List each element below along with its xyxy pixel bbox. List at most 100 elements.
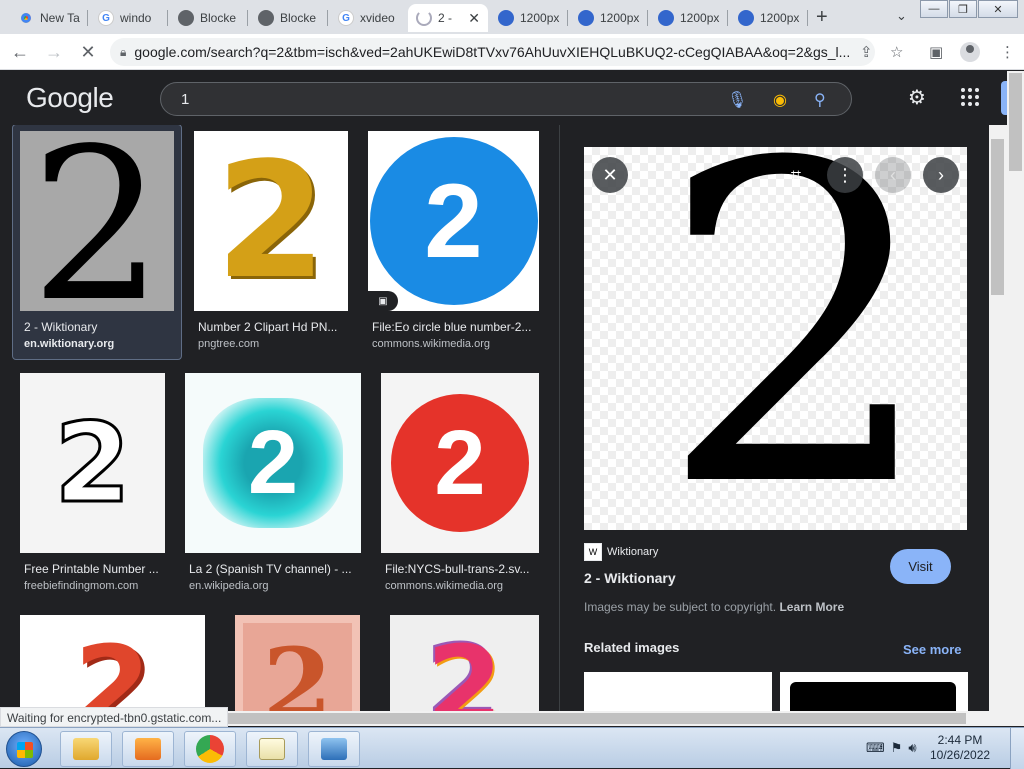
stop-loading-button[interactable]: ✕ (76, 40, 100, 64)
window-controls: — ❐ ✕ (919, 0, 1018, 18)
result-thumbnail[interactable]: 2 (20, 615, 205, 711)
taskbar-explorer[interactable] (60, 731, 112, 767)
result-thumbnail[interactable]: 2 (390, 615, 539, 711)
tab-blocked-2[interactable]: Blocke (250, 4, 328, 32)
image-result-card[interactable]: 2 Number 2 Clipart Hd PN... pngtree.com (194, 131, 348, 361)
scrollbar-thumb[interactable] (1009, 73, 1022, 171)
taskbar-notepad[interactable] (246, 731, 298, 767)
learn-more-link[interactable]: Learn More (779, 600, 844, 614)
tab-1200px-2[interactable]: 1200px (570, 4, 648, 32)
next-arrow-icon[interactable]: › (923, 157, 959, 193)
image-result-card[interactable]: 2 Free Printable Number ... freebiefindi… (20, 373, 165, 603)
image-result-card[interactable]: 2 ▣ File:Eo circle blue number-2... comm… (368, 131, 539, 361)
preview-title[interactable]: 2 - Wiktionary (584, 570, 676, 586)
system-tray-icons[interactable]: ⌨⚑🔊︎ (866, 740, 923, 756)
result-source[interactable]: pngtree.com (198, 338, 259, 350)
tab-windows[interactable]: G windo (90, 4, 168, 32)
preview-scrollbar[interactable] (989, 125, 1007, 711)
forward-button[interactable]: → (42, 40, 66, 64)
search-icon[interactable]: ⚲ (814, 90, 826, 110)
result-source[interactable]: commons.wikimedia.org (372, 338, 490, 350)
result-title[interactable]: File:Eo circle blue number-2... (372, 320, 537, 334)
apps-grid-icon[interactable] (961, 88, 979, 106)
search-box[interactable]: 🎙︎ ◉ ⚲ (160, 82, 852, 116)
result-thumbnail[interactable]: 2 (185, 373, 361, 553)
taskbar-control-panel[interactable] (308, 731, 360, 767)
image-result-card[interactable]: 2 (390, 615, 539, 711)
start-button[interactable] (6, 731, 42, 767)
camera-lens-icon[interactable]: ◉ (773, 90, 787, 110)
image-result-card[interactable]: 2 (235, 615, 360, 711)
related-image-thumbnail[interactable] (584, 672, 772, 711)
google-logo[interactable]: Google (26, 82, 114, 114)
tab-close-icon[interactable]: ✕ (468, 10, 480, 27)
preview-image[interactable]: 2 (584, 147, 967, 530)
tab-active-2[interactable]: 2 - ✕ (408, 4, 488, 32)
close-preview-button[interactable]: ✕ (592, 157, 628, 193)
lens-search-icon[interactable]: ⌗ (778, 157, 814, 193)
microphone-icon[interactable]: 🎙︎ (727, 90, 747, 110)
tab-blocked-1[interactable]: Blocke (170, 4, 248, 32)
image-badge-icon: ▣ (368, 291, 398, 311)
result-title[interactable]: Number 2 Clipart Hd PN... (198, 320, 348, 334)
settings-gear-icon[interactable]: ⚙ (908, 85, 926, 110)
image-result-card[interactable]: 2 (20, 615, 205, 711)
new-tab-button[interactable]: + (816, 6, 828, 29)
tab-xvideos[interactable]: G xvideo (330, 4, 408, 32)
maximize-button[interactable]: ❐ (949, 0, 977, 18)
preview-site[interactable]: W Wiktionary (584, 543, 658, 561)
share-icon[interactable]: ⇪ (860, 43, 873, 61)
back-button[interactable]: ← (8, 40, 32, 64)
result-title[interactable]: File:NYCS-bull-trans-2.sv... (385, 562, 537, 576)
taskbar-chrome[interactable] (184, 731, 236, 767)
image-result-card[interactable]: 2 File:NYCS-bull-trans-2.sv... commons.w… (381, 373, 539, 603)
result-source[interactable]: freebiefindingmom.com (24, 580, 138, 592)
related-image-thumbnail[interactable] (780, 672, 968, 711)
address-bar[interactable]: 🔒︎ google.com/search?q=2&tbm=isch&ved=2a… (110, 38, 875, 66)
tab-search-chevron-icon[interactable]: ⌄ (896, 8, 907, 24)
minimize-button[interactable]: — (920, 0, 948, 18)
show-desktop-button[interactable] (1010, 728, 1024, 769)
more-options-icon[interactable]: ⋮ (827, 157, 863, 193)
result-source[interactable]: en.wiktionary.org (24, 338, 114, 350)
result-source[interactable]: en.wikipedia.org (189, 580, 269, 592)
side-panel-icon[interactable]: ▣ (929, 43, 943, 61)
bookmark-star-icon[interactable]: ☆ (890, 43, 903, 61)
profile-avatar-icon[interactable] (960, 42, 980, 62)
image-result-card[interactable]: 2 La 2 (Spanish TV channel) - ... en.wik… (185, 373, 361, 603)
result-title[interactable]: Free Printable Number ... (24, 562, 166, 576)
related-images-heading: Related images (584, 640, 680, 655)
page-vertical-scrollbar[interactable] (1007, 71, 1024, 726)
tab-label: 1200px (520, 11, 560, 25)
tab-1200px-1[interactable]: 1200px (490, 4, 568, 32)
url-text[interactable]: google.com/search?q=2&tbm=isch&ved=2ahUK… (134, 44, 854, 60)
result-thumbnail[interactable]: 2 (235, 615, 360, 711)
see-more-link[interactable]: See more (903, 642, 962, 657)
image-result-card[interactable]: 2 2 - Wiktionary en.wiktionary.org (12, 125, 182, 360)
result-title[interactable]: La 2 (Spanish TV channel) - ... (189, 562, 359, 576)
search-input[interactable] (181, 89, 681, 109)
tab-label: Blocke (200, 11, 237, 25)
result-thumbnail[interactable]: 2 (381, 373, 539, 553)
tab-1200px-3[interactable]: 1200px (650, 4, 728, 32)
control-panel-icon (321, 738, 347, 760)
tab-1200px-4[interactable]: 1200px (730, 4, 808, 32)
result-thumbnail[interactable]: 2 (20, 373, 165, 553)
scrollbar-thumb[interactable] (991, 139, 1004, 295)
result-thumbnail[interactable]: 2 (194, 131, 348, 311)
result-thumbnail[interactable]: 2 (20, 131, 174, 311)
result-title[interactable]: 2 - Wiktionary (24, 320, 174, 334)
result-thumbnail[interactable]: 2 ▣ (368, 131, 539, 311)
lock-icon[interactable]: 🔒︎ (120, 45, 126, 60)
close-window-button[interactable]: ✕ (978, 0, 1018, 18)
browser-menu-icon[interactable]: ⋮ (1000, 43, 1015, 61)
previous-arrow-icon[interactable]: ‹ (875, 157, 911, 193)
taskbar-clock[interactable]: 2:44 PM 10/26/2022 (930, 733, 990, 763)
taskbar-media-player[interactable] (122, 731, 174, 767)
tab-new-tab[interactable]: New Ta (10, 4, 88, 32)
visit-button[interactable]: Visit (890, 549, 951, 584)
image-preview-panel: 2 ✕ ⌗ ⋮ ‹ › W Wiktionary 2 - Wiktionary … (559, 125, 989, 711)
tab-label: 1200px (680, 11, 720, 25)
result-source[interactable]: commons.wikimedia.org (385, 580, 503, 592)
thumbnail-glyph: 2 (53, 399, 133, 527)
